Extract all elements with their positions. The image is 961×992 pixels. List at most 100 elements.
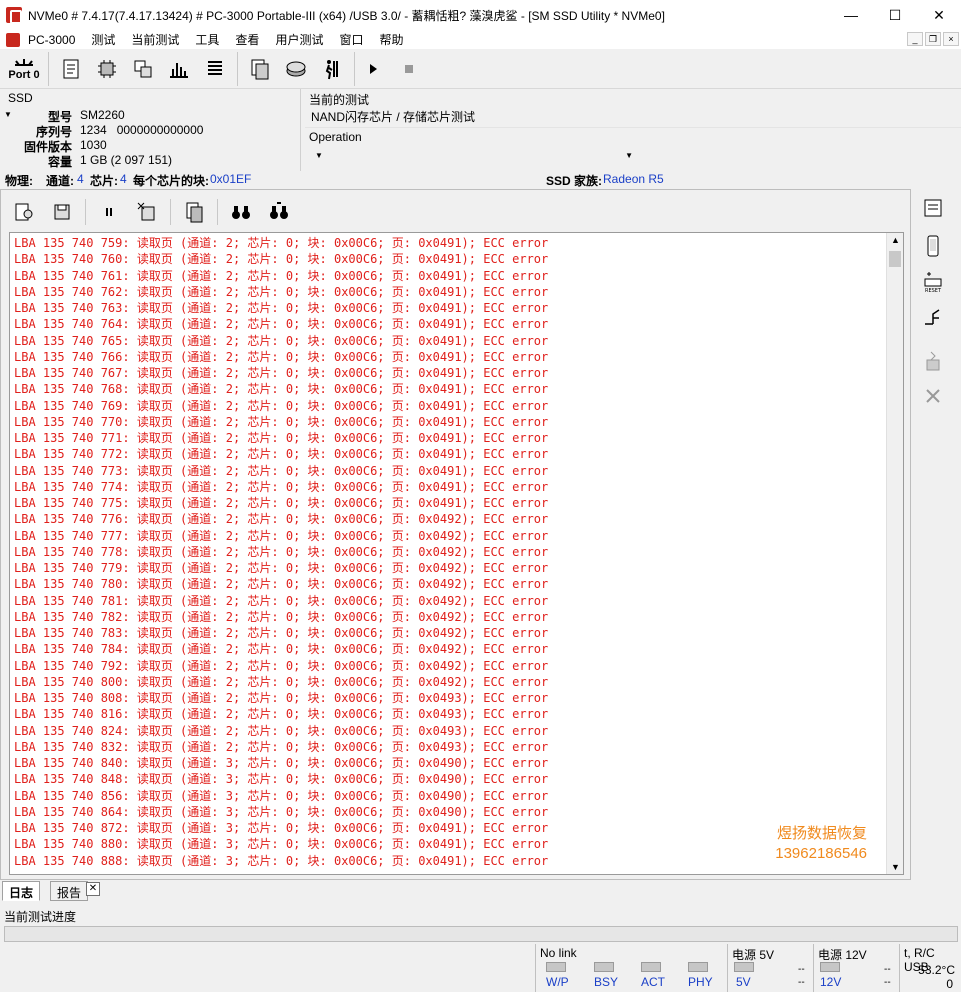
tab-log[interactable]: 日志: [2, 881, 41, 901]
tools-button[interactable]: [916, 379, 950, 413]
scroll-icon: [924, 199, 942, 217]
close-button[interactable]: ✕: [917, 0, 961, 30]
family-label: SSD 家族:: [546, 174, 603, 188]
log-scrollbar[interactable]: ▲ ▼: [886, 233, 903, 874]
log-line: LBA 135 740 783: 读取页 (通道: 2; 芯片: 0; 块: 0…: [14, 626, 549, 640]
progress-bar: [4, 926, 958, 942]
mdi-close-button[interactable]: ×: [943, 32, 959, 46]
menu-user-tests[interactable]: 用户测试: [267, 31, 331, 48]
stop-button[interactable]: [391, 53, 427, 85]
log-line: LBA 135 740 784: 读取页 (通道: 2; 芯片: 0; 块: 0…: [14, 642, 549, 657]
menu-test[interactable]: 测试: [83, 31, 123, 48]
play-button[interactable]: [355, 53, 391, 85]
minimize-button[interactable]: —: [829, 0, 873, 30]
disk-icon: [286, 61, 306, 76]
separator: [85, 199, 86, 225]
play-icon: [370, 63, 377, 74]
power-switch-button[interactable]: [916, 301, 950, 335]
menu-view[interactable]: 查看: [227, 31, 267, 48]
firmware-value: 1030: [80, 138, 107, 152]
ssd-section-label: SSD: [8, 91, 33, 105]
log-line: LBA 135 740 762: 读取页 (通道: 2; 芯片: 0; 块: 0…: [14, 284, 549, 299]
wp-label: W/P: [546, 975, 569, 989]
operation-select[interactable]: ▼ ▼: [305, 149, 645, 167]
mdi-restore-button[interactable]: ❐: [925, 32, 941, 46]
log-settings-button[interactable]: [5, 196, 43, 228]
log-line: LBA 135 740 832: 读取页 (通道: 2; 芯片: 0; 块: 0…: [14, 739, 549, 754]
log-line: LBA 135 740 766: 读取页 (通道: 2; 芯片: 0; 块: 0…: [14, 349, 549, 364]
port-label: Port 0: [8, 68, 40, 81]
mdi-minimize-button[interactable]: _: [907, 32, 923, 46]
tab-report[interactable]: 报告: [50, 881, 89, 901]
log-line: LBA 135 740 765: 读取页 (通道: 2; 芯片: 0; 块: 0…: [14, 333, 549, 348]
log-save-button[interactable]: [43, 196, 81, 228]
list-button[interactable]: [197, 53, 233, 85]
main-toolbar: Port 0: [0, 49, 961, 89]
serial-row: 序列号 1234 0000000000000: [0, 123, 300, 139]
capacity-row: 容量 1 GB (2 097 151): [0, 153, 300, 169]
switch-icon: [925, 309, 940, 325]
menu-pc3000[interactable]: PC-3000: [20, 33, 83, 47]
reset-button[interactable]: RESET: [916, 265, 950, 299]
chip-tool-button[interactable]: [916, 345, 950, 379]
scroll-icon: [63, 59, 79, 78]
log-line: LBA 135 740 764: 读取页 (通道: 2; 芯片: 0; 块: 0…: [14, 317, 549, 332]
log-line: LBA 135 740 816: 读取页 (通道: 2; 芯片: 0; 块: 0…: [14, 707, 549, 722]
act-led: [641, 962, 661, 972]
chip-gray-icon: [926, 351, 940, 371]
link-label: No link: [540, 946, 577, 960]
run-step-button[interactable]: [314, 53, 350, 85]
disk-button[interactable]: [278, 53, 314, 85]
find-button[interactable]: [222, 196, 260, 228]
power5-status: 电源 5V 5V -- --: [727, 944, 813, 992]
window-controls: — ☐ ✕: [829, 0, 961, 30]
blocks-value: 0x01EF: [210, 172, 252, 186]
current-test-panel: 当前的测试 NAND闪存芯片 / 存储芯片测试 Operation ▼ ▼: [300, 89, 961, 171]
log-toolbar: [5, 194, 298, 230]
power5-led: [734, 962, 754, 972]
device-button[interactable]: [916, 229, 950, 263]
model-row: 型号 SM2260: [0, 108, 300, 124]
log-tabs: 日志 报告 ✕: [0, 880, 911, 902]
runner-icon: [325, 59, 338, 79]
chip-copy-button[interactable]: [125, 53, 161, 85]
log-line: LBA 135 740 780: 读取页 (通道: 2; 芯片: 0; 块: 0…: [14, 577, 549, 592]
scroll-thumb[interactable]: [889, 251, 901, 267]
log-line: LBA 135 740 775: 读取页 (通道: 2; 芯片: 0; 块: 0…: [14, 496, 549, 510]
chip-button[interactable]: [89, 53, 125, 85]
histogram-button[interactable]: [161, 53, 197, 85]
log-window: LBA 135 740 759: 读取页 (通道: 2; 芯片: 0; 块: 0…: [0, 189, 911, 880]
script-button[interactable]: [53, 53, 89, 85]
power5-amp: --: [798, 977, 805, 988]
log-line: LBA 135 740 760: 读取页 (通道: 2; 芯片: 0; 块: 0…: [14, 252, 549, 267]
port-group: Port 0: [0, 51, 49, 86]
maximize-button[interactable]: ☐: [873, 0, 917, 30]
copy-icon: [186, 202, 203, 223]
power12-led: [820, 962, 840, 972]
capacity-value: 1 GB (2 097 151): [80, 153, 173, 167]
find-next-button[interactable]: [260, 196, 298, 228]
port-button[interactable]: Port 0: [4, 52, 44, 86]
right-script-button[interactable]: [916, 191, 950, 225]
pause-button[interactable]: [90, 196, 128, 228]
scroll-up-icon[interactable]: ▲: [891, 235, 900, 245]
copy-button[interactable]: [175, 196, 213, 228]
log-line: LBA 135 740 771: 读取页 (通道: 2; 芯片: 0; 块: 0…: [14, 431, 549, 445]
toolbar-group-1: [49, 51, 238, 86]
phy-led: [688, 962, 708, 972]
menu-window[interactable]: 窗口: [331, 31, 371, 48]
reset-icon: RESET: [924, 272, 942, 294]
tab-close-icon[interactable]: ✕: [86, 882, 100, 896]
menu-tools[interactable]: 工具: [187, 31, 227, 48]
pages-button[interactable]: [242, 53, 278, 85]
log-text-area[interactable]: LBA 135 740 759: 读取页 (通道: 2; 芯片: 0; 块: 0…: [9, 232, 904, 875]
pause-icon: [106, 208, 112, 216]
clear-log-button[interactable]: [128, 196, 166, 228]
rc-value: 0: [946, 977, 953, 991]
menu-help[interactable]: 帮助: [371, 31, 411, 48]
firmware-row: 固件版本 1030: [0, 138, 300, 154]
log-line: LBA 135 740 759: 读取页 (通道: 2; 芯片: 0; 块: 0…: [14, 236, 549, 250]
menu-current-test[interactable]: 当前测试: [123, 31, 187, 48]
scroll-down-icon[interactable]: ▼: [891, 862, 900, 872]
binoculars-next-icon: [270, 202, 288, 219]
